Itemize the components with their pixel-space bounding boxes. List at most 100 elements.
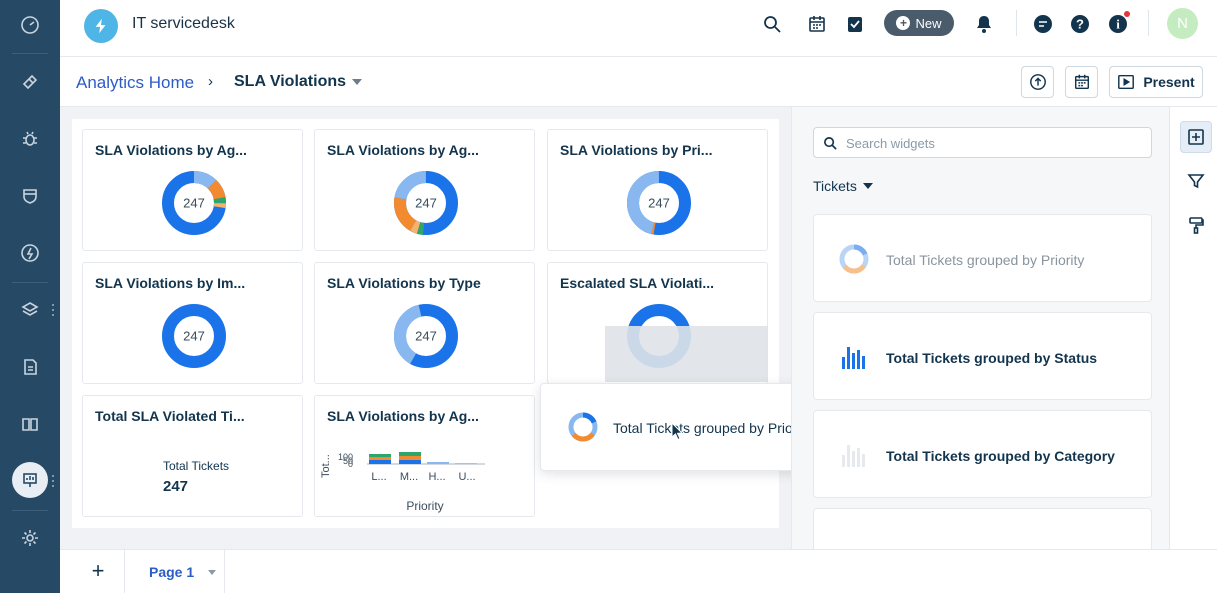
- chevron-down-icon: [862, 183, 873, 189]
- chat-icon[interactable]: [1031, 12, 1055, 36]
- search-icon: [824, 137, 837, 150]
- widget-library-item[interactable]: Total Tickets grouped by Priority: [813, 214, 1152, 302]
- widget-card[interactable]: SLA Violations by Ag... 247: [82, 129, 303, 251]
- present-button[interactable]: Present: [1109, 66, 1203, 98]
- user-avatar[interactable]: N: [1167, 8, 1198, 39]
- widget-library-item[interactable]: [813, 508, 1152, 549]
- filter-icon[interactable]: [1180, 165, 1212, 197]
- svg-text:?: ?: [1076, 17, 1084, 32]
- bar-segment: [369, 457, 391, 460]
- tickets-icon[interactable]: [16, 68, 44, 96]
- add-widget-icon[interactable]: [1180, 121, 1212, 153]
- y-tick: 0: [348, 459, 353, 469]
- breadcrumb-analytics-home[interactable]: Analytics Home: [76, 73, 194, 93]
- assets-layers-icon[interactable]: [16, 296, 44, 324]
- notifications-bell-icon[interactable]: [972, 12, 996, 36]
- page-tab[interactable]: Page 1: [124, 550, 225, 593]
- category-dropdown[interactable]: Tickets: [813, 178, 873, 194]
- donut-chart: 247: [627, 171, 691, 235]
- reports-icon[interactable]: [16, 353, 44, 381]
- calendar-icon[interactable]: [805, 12, 829, 36]
- drop-placeholder: [605, 326, 768, 382]
- bar-segment: [455, 463, 477, 464]
- more-dots-icon[interactable]: [52, 304, 56, 316]
- widget-title: SLA Violations by Pri...: [560, 142, 713, 158]
- x-tick: M...: [400, 471, 418, 483]
- search-widgets-input[interactable]: [846, 134, 1136, 152]
- y-axis-label: Tot...: [320, 454, 332, 478]
- x-tick: H...: [428, 471, 445, 483]
- donut-icon: [839, 244, 869, 274]
- widget-card[interactable]: SLA Violations by Im... 247: [82, 262, 303, 384]
- widget-card[interactable]: SLA Violations by Pri... 247: [547, 129, 768, 251]
- widget-card[interactable]: SLA Violations by Ag... Tot... 100 50 0 …: [314, 395, 535, 517]
- bar-segment: [399, 456, 421, 460]
- donut-center-value: 247: [415, 196, 437, 211]
- changes-shield-icon[interactable]: [16, 182, 44, 210]
- help-icon[interactable]: ?: [1068, 12, 1092, 36]
- widget-card[interactable]: SLA Violations by Ag... 247: [314, 129, 535, 251]
- top-header: IT servicedesk + New ? i N: [60, 0, 1217, 57]
- widget-title: Escalated SLA Violati...: [560, 275, 715, 291]
- add-page-button[interactable]: +: [86, 560, 110, 584]
- metric-label: Total Tickets: [163, 459, 230, 473]
- settings-gear-icon[interactable]: [16, 524, 44, 552]
- widget-title: SLA Violations by Ag...: [327, 408, 479, 424]
- new-button[interactable]: + New: [884, 10, 954, 36]
- format-paint-roller-icon[interactable]: [1180, 209, 1212, 241]
- app-logo-icon: [84, 9, 118, 43]
- x-tick: U...: [458, 471, 475, 483]
- svg-text:i: i: [1116, 17, 1120, 32]
- rail-divider: [12, 282, 48, 283]
- todo-clipboard-icon[interactable]: [843, 12, 867, 36]
- widget-library-item-label: Total Tickets grouped by Priority: [886, 252, 1085, 268]
- schedule-button[interactable]: [1065, 66, 1098, 98]
- app-title: IT servicedesk: [132, 15, 235, 32]
- donut-center-value: 247: [183, 196, 205, 211]
- more-dots-icon[interactable]: [52, 475, 56, 487]
- info-badge: [1124, 11, 1130, 17]
- breadcrumb-current-dashboard[interactable]: SLA Violations: [234, 73, 346, 91]
- bar-segment: [427, 462, 449, 464]
- dashboard-toolbar: Analytics Home › SLA Violations Present: [60, 57, 1217, 107]
- chevron-down-icon[interactable]: [352, 79, 362, 85]
- plus-icon: +: [896, 16, 911, 30]
- export-button[interactable]: [1021, 66, 1054, 98]
- bar-chart: Tot... 100 50 0 L... M... H... U... Prio…: [320, 452, 485, 513]
- donut-center-value: 247: [415, 329, 437, 344]
- donut-chart: 247: [394, 304, 458, 368]
- releases-bolt-icon[interactable]: [16, 239, 44, 267]
- new-button-label: New: [915, 15, 942, 31]
- header-divider: [1148, 10, 1149, 36]
- widget-library-item[interactable]: Total Tickets grouped by Status: [813, 312, 1152, 400]
- bar-segment: [399, 452, 421, 456]
- donut-center-value: 247: [183, 329, 205, 344]
- dragging-widget-label: Total Tickets grouped by Priority: [613, 420, 812, 436]
- chevron-down-icon[interactable]: [208, 569, 217, 575]
- widget-library-panel: Tickets Total Tickets grouped by Priorit…: [791, 107, 1169, 549]
- right-tool-column: [1169, 107, 1217, 549]
- metric-value: 247: [163, 478, 189, 495]
- bar-segment: [369, 454, 391, 457]
- category-label: Tickets: [813, 178, 857, 194]
- donut-center-value: 247: [648, 196, 670, 211]
- widget-title: SLA Violations by Im...: [95, 275, 246, 291]
- widget-card[interactable]: Total SLA Violated Ti... Total Tickets 2…: [82, 395, 303, 517]
- dashboard-icon[interactable]: [16, 11, 44, 39]
- x-tick: L...: [371, 471, 386, 483]
- upload-icon: [1029, 74, 1046, 90]
- widget-card[interactable]: SLA Violations by Type 247: [314, 262, 535, 384]
- play-icon: [1118, 74, 1135, 90]
- bar-chart-icon: [842, 445, 865, 467]
- bar-chart-icon: [842, 347, 865, 369]
- search-icon[interactable]: [760, 12, 784, 36]
- widget-title: SLA Violations by Ag...: [327, 142, 479, 158]
- solutions-book-icon[interactable]: [16, 410, 44, 438]
- x-axis-label: Priority: [406, 499, 443, 513]
- search-widgets[interactable]: [813, 127, 1152, 158]
- widget-library-item[interactable]: Total Tickets grouped by Category: [813, 410, 1152, 498]
- analytics-icon[interactable]: [12, 462, 48, 498]
- bar-segment: [369, 460, 391, 464]
- donut-chart: 247: [162, 304, 226, 368]
- problems-bug-icon[interactable]: [16, 125, 44, 153]
